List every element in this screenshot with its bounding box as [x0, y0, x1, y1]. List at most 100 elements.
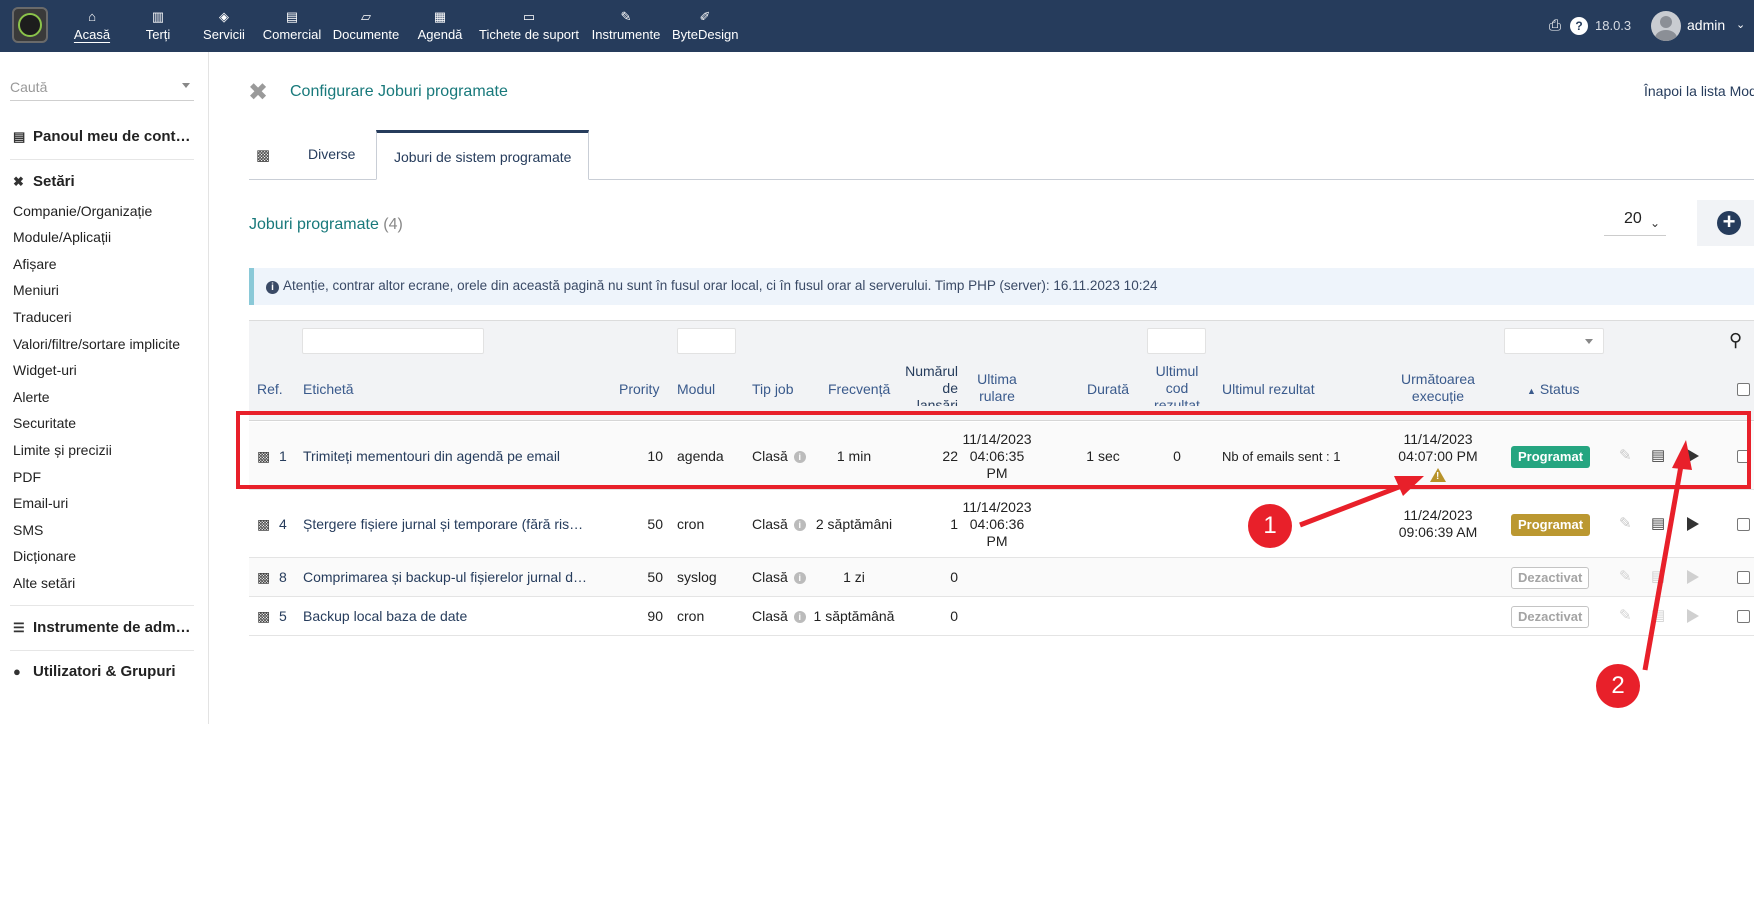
nav-commercial[interactable]: ▤ Comercial — [261, 0, 323, 52]
status-badge: Programat — [1511, 514, 1591, 536]
chevron-down-icon[interactable]: ⌄ — [1650, 216, 1660, 230]
col-module[interactable]: Modul — [677, 381, 715, 398]
sidebar-item-modules[interactable]: Module/Aplicații — [13, 229, 111, 245]
job-type: Clasă i — [752, 516, 806, 532]
job-launches: 0 — [950, 608, 958, 624]
job-label[interactable]: Backup local baza de date — [303, 608, 467, 624]
help-icon[interactable]: ? — [1570, 17, 1588, 35]
search-select[interactable]: Caută — [10, 75, 194, 101]
col-label[interactable]: Etichetă — [303, 381, 354, 398]
nav-tickets[interactable]: ▭ Tichete de suport — [477, 0, 581, 52]
row-checkbox[interactable] — [1737, 518, 1750, 531]
status-badge: Dezactivat — [1511, 567, 1590, 589]
nav-home[interactable]: ⌂ Acasă — [70, 0, 114, 52]
timezone-notice: i Atenție, contrar altor ecrane, orele di… — [249, 268, 1754, 305]
play-icon[interactable] — [1687, 517, 1699, 531]
row-checkbox[interactable] — [1737, 610, 1750, 623]
col-status[interactable]: ▲ Status — [1527, 381, 1580, 400]
code-filter-input[interactable] — [1147, 328, 1206, 354]
col-last-code[interactable]: Ultimul cod rezultat — [1147, 363, 1207, 406]
server-icon: ☰ — [13, 620, 25, 635]
sidebar-item-company[interactable]: Companie/Organizație — [13, 203, 152, 219]
job-priority: 50 — [647, 516, 663, 532]
col-frequency[interactable]: Frecvență — [828, 381, 890, 398]
briefcase-icon: ▤ — [285, 9, 299, 24]
sidebar-item-widgets[interactable]: Widget-uri — [13, 362, 77, 378]
nav-tools[interactable]: ✎ Instrumente — [590, 0, 662, 52]
play-icon — [1687, 570, 1699, 584]
nav-agenda[interactable]: ▦ Agendă — [415, 0, 465, 52]
job-label[interactable]: Comprimarea și backup-ul fișierelor jurn… — [303, 569, 587, 585]
sidebar-item-users[interactable]: ● Utilizatori & Grupuri — [13, 663, 176, 680]
edit-icon[interactable]: ✎ — [1619, 567, 1632, 585]
nav-thirdparties[interactable]: ▥ Terți — [140, 0, 176, 52]
sidebar-item-dictionaries[interactable]: Dicționare — [13, 548, 76, 564]
col-ref[interactable]: Ref. — [257, 381, 283, 398]
nav-bytedesign[interactable]: ✐ ByteDesign — [672, 0, 738, 52]
sidebar-item-other[interactable]: Alte setări — [13, 575, 75, 591]
delete-icon[interactable]: ▤ — [1651, 606, 1665, 624]
job-module: cron — [677, 516, 705, 532]
nav-documents[interactable]: ▱ Documente — [331, 0, 401, 52]
sidebar-item-sms[interactable]: SMS — [13, 522, 43, 538]
top-navbar: ⌂ Acasă ▥ Terți ◈ Servicii ▤ Comercial ▱… — [0, 0, 1754, 52]
sidebar-item-dashboard[interactable]: ▤ Panoul meu de cont… — [13, 128, 191, 145]
sidebar-item-pdf[interactable]: PDF — [13, 469, 41, 485]
back-to-list-link[interactable]: Înapoi la lista Mod — [1644, 83, 1754, 99]
sidebar-item-emails[interactable]: Email-uri — [13, 495, 68, 511]
version-label: 18.0.3 — [1595, 18, 1632, 33]
plus-icon: + — [1717, 211, 1741, 235]
col-job-type[interactable]: Tip job — [752, 381, 794, 398]
sidebar-item-defaults[interactable]: Valori/filtre/sortare implicite — [13, 336, 180, 352]
col-priority[interactable]: Prority — [619, 381, 659, 398]
col-last-result[interactable]: Ultimul rezultat — [1222, 381, 1315, 398]
user-name[interactable]: admin — [1687, 17, 1725, 33]
col-last-run[interactable]: Ultima rulare — [969, 371, 1025, 405]
select-all-checkbox[interactable] — [1737, 383, 1750, 396]
edit-icon[interactable]: ✎ — [1619, 514, 1632, 532]
app-logo[interactable] — [12, 7, 48, 43]
delete-icon[interactable]: ▤ — [1651, 514, 1665, 532]
col-launches[interactable]: Numărul de lansări — [903, 363, 958, 406]
add-job-button[interactable]: + — [1697, 200, 1754, 246]
print-icon[interactable]: ⎙ — [1546, 17, 1564, 35]
sidebar-item-translations[interactable]: Traduceri — [13, 309, 72, 325]
sidebar-item-admin-tools[interactable]: ☰ Instrumente de adm… — [13, 619, 191, 636]
avatar[interactable] — [1651, 11, 1681, 41]
table-row: ▩ 8 Comprimarea și backup-ul fișierelor … — [249, 558, 1754, 597]
job-ref[interactable]: 5 — [279, 608, 287, 624]
delete-icon[interactable]: ▤ — [1651, 567, 1665, 585]
sidebar-item-menus[interactable]: Meniuri — [13, 282, 59, 298]
calendar-icon: ▦ — [433, 9, 447, 24]
sidebar-item-alerts[interactable]: Alerte — [13, 389, 50, 405]
col-next-run[interactable]: Următoarea execuție — [1389, 371, 1487, 405]
sidebar-item-display[interactable]: Afișare — [13, 256, 57, 272]
sidebar-item-security[interactable]: Securitate — [13, 415, 76, 431]
label-filter-input[interactable] — [302, 328, 484, 354]
page-title: Configurare Joburi programate — [290, 83, 508, 100]
col-duration[interactable]: Durată — [1087, 381, 1129, 398]
edit-icon[interactable]: ✎ — [1619, 606, 1632, 624]
job-module: syslog — [677, 569, 717, 585]
job-launches: 1 — [950, 516, 958, 532]
search-icon[interactable]: ⚲ — [1729, 330, 1742, 351]
ticket-icon: ▭ — [522, 9, 536, 24]
sidebar-item-limits[interactable]: Limite și precizii — [13, 442, 112, 458]
job-ref[interactable]: 8 — [279, 569, 287, 585]
module-filter-input[interactable] — [677, 328, 736, 354]
sort-asc-icon: ▲ — [1527, 386, 1536, 396]
status-filter-select[interactable] — [1504, 328, 1604, 354]
tab-misc[interactable]: Diverse — [291, 130, 372, 180]
job-ref[interactable]: 4 — [279, 516, 287, 532]
cron-icon: ▩ — [256, 147, 271, 164]
job-label[interactable]: Ștergere fișiere jurnal și temporare (fă… — [303, 516, 583, 532]
job-next-run: 11/24/2023 09:06:39 AM — [1398, 507, 1478, 540]
job-priority: 50 — [647, 569, 663, 585]
row-checkbox[interactable] — [1737, 571, 1750, 584]
sidebar-item-setup[interactable]: ✖ Setări — [13, 173, 75, 190]
nav-services[interactable]: ◈ Servicii — [201, 0, 247, 52]
chart-icon: ▤ — [13, 129, 26, 144]
job-type: Clasă i — [752, 608, 806, 624]
tab-scheduled-jobs[interactable]: Joburi de sistem programate — [376, 130, 590, 180]
chevron-down-icon[interactable]: ⌄ — [1736, 18, 1745, 31]
